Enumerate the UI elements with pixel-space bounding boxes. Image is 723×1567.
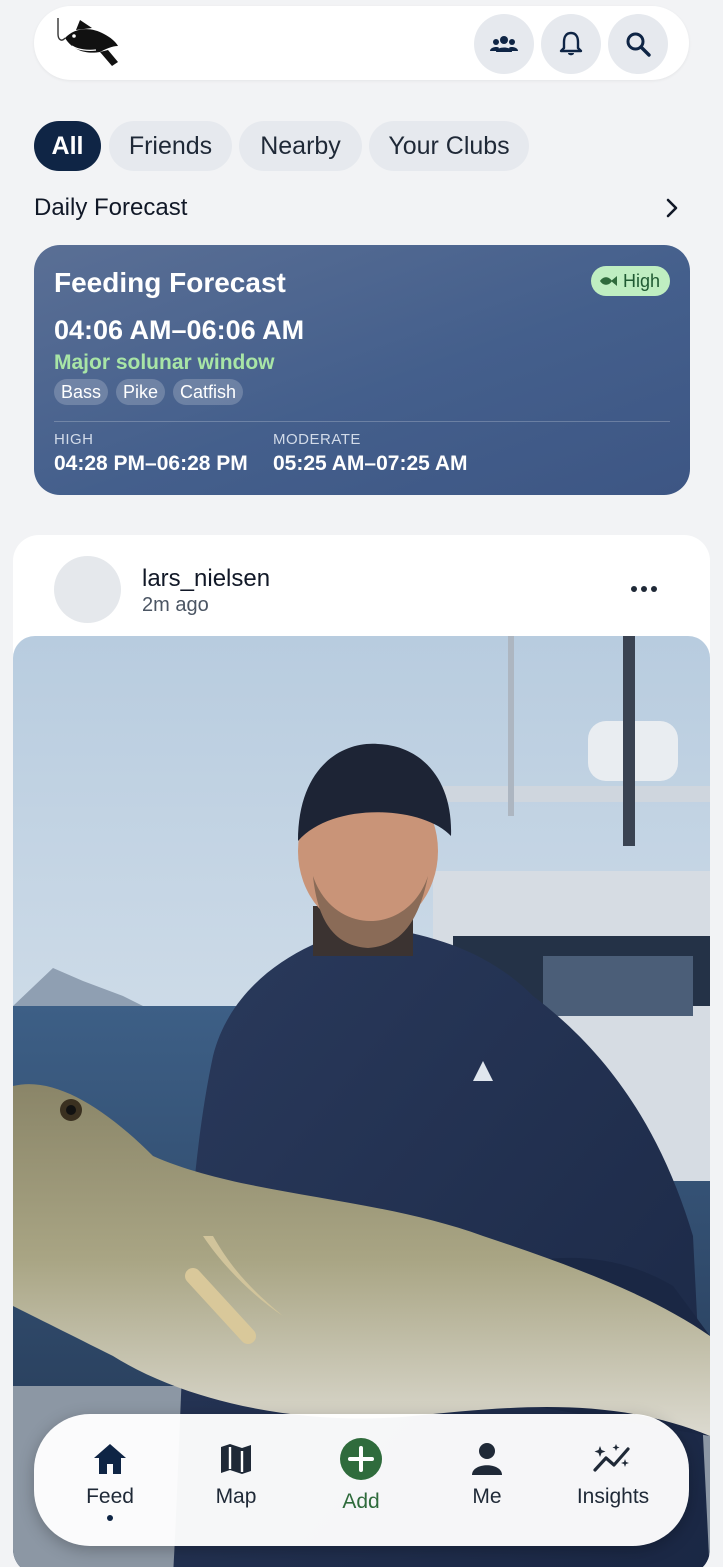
home-icon bbox=[94, 1444, 126, 1474]
fish-on-hook-logo[interactable] bbox=[52, 16, 124, 72]
nav-map[interactable]: Map bbox=[173, 1414, 299, 1546]
nav-me[interactable]: Me bbox=[424, 1414, 550, 1546]
species-tag: Catfish bbox=[173, 379, 244, 405]
species-tag: Bass bbox=[54, 379, 109, 405]
nav-add-label: Add bbox=[342, 1490, 380, 1513]
more-horizontal-icon[interactable] bbox=[630, 577, 658, 601]
top-bar bbox=[34, 6, 689, 80]
forecast-level-badge: High bbox=[590, 266, 670, 296]
avatar[interactable] bbox=[54, 556, 121, 623]
nav-map-label: Map bbox=[215, 1485, 257, 1508]
high-value: 04:28 PM–06:28 PM bbox=[54, 452, 248, 475]
bottom-navigation: Feed Map Add Me Insights bbox=[34, 1414, 689, 1546]
species-tag: Pike bbox=[116, 379, 166, 405]
friends-button[interactable] bbox=[474, 14, 534, 74]
bell-icon bbox=[559, 31, 583, 56]
forecast-high-window: HIGH 04:28 PM–06:28 PM bbox=[54, 431, 248, 476]
badge-label: High bbox=[622, 270, 660, 291]
species-list: Bass Pike Catfish bbox=[54, 379, 244, 405]
feed-post: lars_nielsen 2m ago bbox=[13, 535, 710, 1567]
forecast-title: Feeding Forecast bbox=[54, 267, 286, 298]
high-label: HIGH bbox=[54, 431, 94, 448]
forecast-moderate-window: MODERATE 05:25 AM–07:25 AM bbox=[273, 431, 468, 476]
nav-insights-label: Insights bbox=[576, 1485, 650, 1508]
nav-add[interactable]: Add bbox=[298, 1414, 424, 1546]
chevron-right-icon[interactable] bbox=[662, 195, 684, 221]
filter-nearby[interactable]: Nearby bbox=[239, 121, 362, 171]
moderate-label: MODERATE bbox=[273, 431, 361, 448]
notifications-button[interactable] bbox=[541, 14, 601, 74]
plus-circle-icon bbox=[340, 1438, 382, 1480]
nav-feed[interactable]: Feed bbox=[47, 1414, 173, 1546]
forecast-time-window: 04:06 AM–06:06 AM bbox=[54, 315, 305, 345]
forecast-window-label: Major solunar window bbox=[54, 351, 275, 374]
nav-insights[interactable]: Insights bbox=[550, 1414, 676, 1546]
search-icon bbox=[626, 32, 651, 57]
insights-icon bbox=[593, 1444, 630, 1472]
map-icon bbox=[221, 1444, 251, 1474]
nav-feed-label: Feed bbox=[86, 1485, 134, 1508]
feeding-forecast-card[interactable]: Feeding Forecast High 04:06 AM–06:06 AM … bbox=[34, 245, 690, 495]
filter-all[interactable]: All bbox=[34, 121, 101, 171]
filter-your-clubs[interactable]: Your Clubs bbox=[369, 121, 529, 171]
nav-me-label: Me bbox=[472, 1485, 502, 1508]
filter-friends[interactable]: Friends bbox=[109, 121, 232, 171]
active-indicator bbox=[107, 1515, 113, 1521]
fish-icon bbox=[599, 276, 617, 286]
people-icon bbox=[490, 36, 518, 52]
post-username[interactable]: lars_nielsen bbox=[142, 565, 270, 593]
divider bbox=[54, 421, 670, 422]
search-button[interactable] bbox=[608, 14, 668, 74]
moderate-value: 05:25 AM–07:25 AM bbox=[273, 452, 468, 475]
daily-forecast-title: Daily Forecast bbox=[34, 194, 188, 221]
person-icon bbox=[472, 1443, 502, 1475]
post-time: 2m ago bbox=[142, 594, 209, 616]
